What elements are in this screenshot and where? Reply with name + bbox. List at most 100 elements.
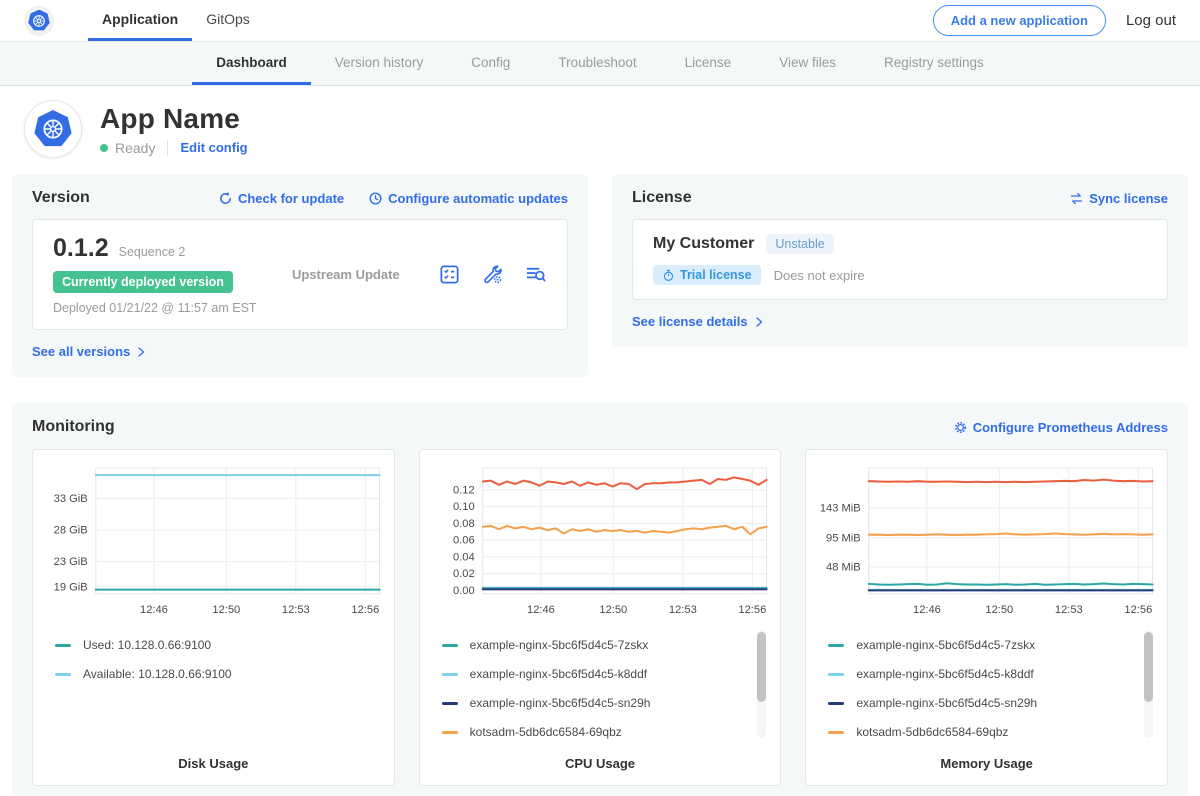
svg-text:12:50: 12:50 bbox=[599, 604, 627, 616]
svg-text:12:46: 12:46 bbox=[913, 604, 941, 616]
tab-label: Registry settings bbox=[884, 55, 984, 70]
brand-logo[interactable] bbox=[24, 0, 54, 41]
legend-swatch bbox=[55, 673, 71, 676]
edit-config-icon[interactable] bbox=[481, 263, 504, 286]
clock-refresh-icon bbox=[368, 191, 383, 206]
svg-text:12:56: 12:56 bbox=[1125, 604, 1153, 616]
svg-text:12:50: 12:50 bbox=[212, 604, 240, 616]
svg-text:143 MiB: 143 MiB bbox=[820, 502, 861, 514]
legend-swatch bbox=[442, 702, 458, 705]
legend-item: example-nginx-5bc6f5d4c5-sn29h bbox=[828, 696, 1137, 710]
svg-text:0.00: 0.00 bbox=[453, 585, 475, 597]
legend-label: example-nginx-5bc6f5d4c5-k8ddf bbox=[856, 667, 1033, 681]
legend-item: example-nginx-5bc6f5d4c5-k8ddf bbox=[828, 667, 1137, 681]
license-card-title: License bbox=[632, 189, 692, 207]
legend-list: example-nginx-5bc6f5d4c5-7zskx example-ng… bbox=[442, 638, 751, 739]
memory-usage-chart-card: 48 MiB95 MiB143 MiB12:4612:5012:5312:56 … bbox=[805, 449, 1168, 786]
deployed-badge: Currently deployed version bbox=[53, 271, 233, 293]
edit-config-link[interactable]: Edit config bbox=[180, 140, 247, 155]
chevron-right-icon bbox=[135, 346, 147, 358]
legend-list: Used: 10.128.0.66:9100 Available: 10.128.… bbox=[55, 638, 364, 681]
link-label: See all versions bbox=[32, 344, 130, 359]
monitoring-title: Monitoring bbox=[32, 418, 115, 436]
status-ready-dot bbox=[100, 144, 108, 152]
version-sequence: Sequence 2 bbox=[119, 245, 186, 259]
chart-legend: example-nginx-5bc6f5d4c5-7zskx example-ng… bbox=[426, 626, 775, 744]
tab-label: Version history bbox=[335, 55, 424, 70]
tab-label: License bbox=[685, 55, 732, 70]
version-number: 0.1.2 bbox=[53, 234, 109, 263]
legend-swatch bbox=[828, 673, 844, 676]
see-all-versions-link[interactable]: See all versions bbox=[32, 344, 147, 359]
app-tab-bar: Dashboard Version history Config Trouble… bbox=[0, 42, 1200, 86]
app-header: App Name Ready Edit config bbox=[0, 86, 1200, 170]
svg-text:12:50: 12:50 bbox=[986, 604, 1014, 616]
sync-license-link[interactable]: Sync license bbox=[1069, 191, 1168, 206]
legend-scrollbar-thumb[interactable] bbox=[757, 632, 766, 702]
legend-item: example-nginx-5bc6f5d4c5-sn29h bbox=[442, 696, 751, 710]
legend-item: kotsadm-5db6dc6584-69qbz bbox=[442, 725, 751, 739]
legend-item: Available: 10.128.0.66:9100 bbox=[55, 667, 364, 681]
configure-automatic-updates-link[interactable]: Configure automatic updates bbox=[368, 191, 568, 206]
svg-text:0.06: 0.06 bbox=[453, 535, 475, 547]
svg-text:19 GiB: 19 GiB bbox=[54, 581, 88, 593]
svg-text:0.08: 0.08 bbox=[453, 518, 475, 530]
monitoring-section: Monitoring Configure Prometheus Address … bbox=[12, 403, 1188, 796]
tab-version-history[interactable]: Version history bbox=[311, 42, 448, 85]
legend-item: example-nginx-5bc6f5d4c5-7zskx bbox=[442, 638, 751, 652]
topnav-item-gitops[interactable]: GitOps bbox=[192, 0, 264, 41]
view-logs-icon[interactable] bbox=[524, 263, 547, 286]
memory-usage-chart: 48 MiB95 MiB143 MiB12:4612:5012:5312:56 bbox=[812, 460, 1161, 626]
version-card: Version Check for update bbox=[12, 174, 588, 377]
svg-text:95 MiB: 95 MiB bbox=[826, 532, 861, 544]
configure-prometheus-link[interactable]: Configure Prometheus Address bbox=[953, 420, 1168, 435]
legend-swatch bbox=[442, 644, 458, 647]
tab-troubleshoot[interactable]: Troubleshoot bbox=[534, 42, 660, 85]
chart-legend: example-nginx-5bc6f5d4c5-7zskxexample-ng… bbox=[812, 626, 1161, 744]
check-for-update-link[interactable]: Check for update bbox=[218, 191, 344, 206]
logout-button[interactable]: Log out bbox=[1126, 12, 1176, 29]
svg-text:0.04: 0.04 bbox=[453, 551, 475, 563]
legend-item: kotsadm-5db6dc6584-69qbz bbox=[828, 725, 1137, 739]
legend-label: example-nginx-5bc6f5d4c5-7zskx bbox=[470, 638, 649, 652]
current-version-card: 0.1.2 Sequence 2 Currently deployed vers… bbox=[32, 219, 568, 330]
tab-view-files[interactable]: View files bbox=[755, 42, 860, 85]
see-license-details-link[interactable]: See license details bbox=[632, 314, 765, 329]
svg-text:12:56: 12:56 bbox=[738, 604, 766, 616]
tab-dashboard[interactable]: Dashboard bbox=[192, 42, 311, 85]
kubernetes-logo-icon bbox=[24, 6, 54, 36]
tab-license[interactable]: License bbox=[661, 42, 756, 85]
preflight-checks-icon[interactable] bbox=[438, 263, 461, 286]
legend-scrollbar-thumb[interactable] bbox=[1144, 632, 1153, 702]
tab-label: View files bbox=[779, 55, 836, 70]
badge-label: Trial license bbox=[680, 268, 752, 282]
disk-usage-chart-card: 19 GiB23 GiB28 GiB33 GiB12:4612:5012:531… bbox=[32, 449, 395, 786]
svg-text:12:46: 12:46 bbox=[527, 604, 555, 616]
legend-swatch bbox=[55, 644, 71, 647]
cpu-usage-chart: 0.000.020.040.060.080.100.1212:4612:5012… bbox=[426, 460, 775, 626]
legend-swatch bbox=[442, 731, 458, 734]
svg-text:12:46: 12:46 bbox=[140, 604, 168, 616]
topnav-item-application[interactable]: Application bbox=[88, 0, 192, 41]
legend-label: kotsadm-5db6dc6584-69qbz bbox=[470, 725, 622, 739]
svg-text:0.12: 0.12 bbox=[453, 484, 475, 496]
svg-text:48 MiB: 48 MiB bbox=[826, 562, 861, 574]
stopwatch-icon bbox=[662, 269, 675, 282]
license-card: License Sync license My Customer Unstabl… bbox=[612, 174, 1188, 347]
svg-text:0.02: 0.02 bbox=[453, 568, 475, 580]
gear-icon bbox=[953, 420, 968, 435]
version-card-title: Version bbox=[32, 189, 90, 207]
legend-item: Used: 10.128.0.66:9100 bbox=[55, 638, 364, 652]
legend-label: kotsadm-5db6dc6584-69qbz bbox=[856, 725, 1008, 739]
tab-config[interactable]: Config bbox=[447, 42, 534, 85]
app-avatar bbox=[24, 100, 82, 158]
customer-name: My Customer bbox=[653, 235, 754, 253]
chart-title: Memory Usage bbox=[812, 756, 1161, 771]
chevron-right-icon bbox=[753, 316, 765, 328]
license-expiry: Does not expire bbox=[774, 268, 865, 283]
tab-registry-settings[interactable]: Registry settings bbox=[860, 42, 1008, 85]
license-type-badge: Trial license bbox=[653, 265, 761, 285]
svg-text:33 GiB: 33 GiB bbox=[54, 493, 88, 505]
add-new-application-button[interactable]: Add a new application bbox=[933, 5, 1106, 36]
deployed-timestamp: Deployed 01/21/22 @ 11:57 am EST bbox=[53, 301, 278, 315]
